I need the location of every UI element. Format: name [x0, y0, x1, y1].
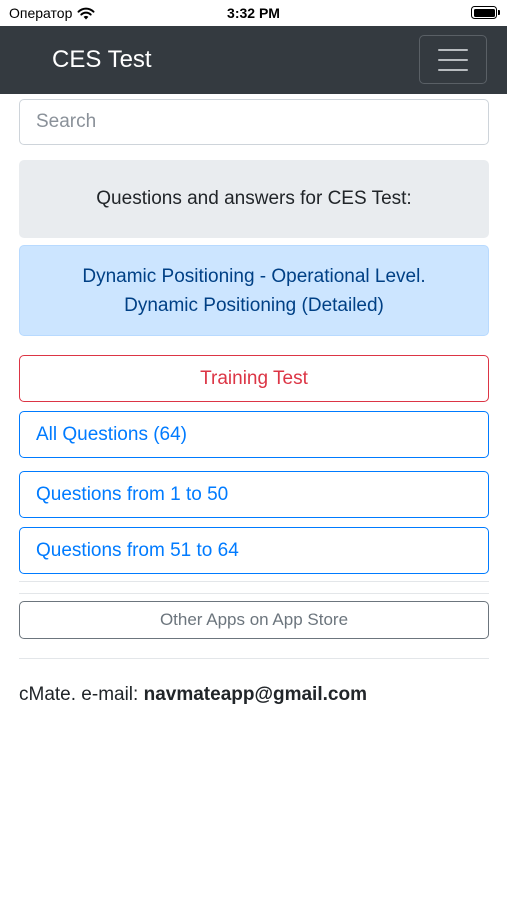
intro-text: Questions and answers for CES Test:	[96, 188, 412, 209]
topic-alert: Dynamic Positioning - Operational Level.…	[19, 245, 489, 336]
battery-icon	[471, 6, 500, 19]
footer-contact: cMate. e-mail: navmateapp@gmail.com	[19, 684, 367, 706]
navbar-brand[interactable]: CES Test	[52, 46, 152, 74]
search-input[interactable]	[19, 99, 489, 145]
footer-label: cMate. e-mail:	[19, 684, 144, 705]
topic-line-2: Dynamic Positioning (Detailed)	[124, 294, 384, 316]
divider	[19, 581, 489, 582]
status-bar: Оператор 3:32 PM	[0, 0, 507, 26]
divider	[19, 658, 489, 659]
all-questions-button[interactable]: All Questions (64)	[19, 411, 489, 458]
topic-line-1: Dynamic Positioning - Operational Level.	[82, 265, 426, 287]
hamburger-menu-icon[interactable]	[419, 35, 487, 84]
questions-51-64-button[interactable]: Questions from 51 to 64	[19, 527, 489, 574]
navbar: CES Test	[0, 26, 507, 94]
training-test-button[interactable]: Training Test	[19, 355, 489, 402]
footer-email[interactable]: navmateapp@gmail.com	[144, 684, 367, 705]
other-apps-button[interactable]: Other Apps on App Store	[19, 601, 489, 639]
questions-1-50-button[interactable]: Questions from 1 to 50	[19, 471, 489, 518]
status-time: 3:32 PM	[227, 5, 280, 21]
divider	[19, 593, 489, 594]
intro-panel: Questions and answers for CES Test:	[19, 160, 489, 238]
